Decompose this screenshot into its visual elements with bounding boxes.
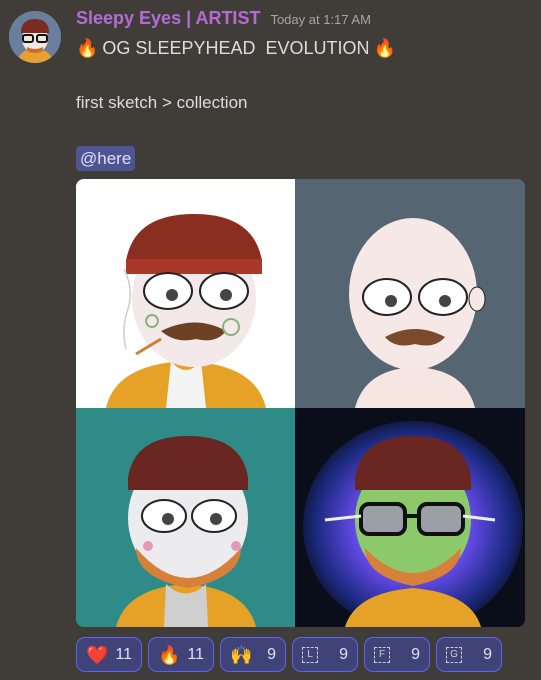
fire-icon: 🔥 xyxy=(373,38,396,58)
letter-l-icon: L xyxy=(302,646,318,663)
message-title: 🔥 OG SLEEPYHEAD EVOLUTION 🔥 xyxy=(76,38,396,59)
reaction-bar: ❤️ 11 🔥 11 🙌 9 L 9 F 9 G 9 xyxy=(76,637,502,672)
reaction-count: 11 xyxy=(115,645,132,663)
image-bald-version[interactable] xyxy=(295,179,525,408)
fire-icon: 🔥 xyxy=(158,644,181,665)
fire-icon: 🔥 xyxy=(76,38,99,58)
message-timestamp: Today at 1:17 AM xyxy=(270,12,371,27)
reaction-count: 11 xyxy=(187,645,204,663)
reaction-letter-l[interactable]: L 9 xyxy=(292,637,358,672)
image-gallery xyxy=(76,179,525,627)
author-name[interactable]: Sleepy Eyes | ARTIST xyxy=(76,8,260,29)
image-cosmic-version[interactable] xyxy=(295,408,525,627)
message-header: Sleepy Eyes | ARTIST Today at 1:17 AM xyxy=(76,8,371,30)
image-teal-version[interactable] xyxy=(76,408,295,627)
reaction-letter-f[interactable]: F 9 xyxy=(364,637,430,672)
heart-icon: ❤️ xyxy=(86,644,109,665)
reaction-raised-hands[interactable]: 🙌 9 xyxy=(220,637,286,672)
title-text: OG SLEEPYHEAD EVOLUTION xyxy=(102,38,370,58)
message-subtitle: first sketch > collection xyxy=(76,93,248,112)
letter-g-icon: G xyxy=(446,646,462,663)
reaction-count: 9 xyxy=(267,645,276,663)
here-mention[interactable]: @here xyxy=(76,146,136,171)
reaction-heart[interactable]: ❤️ 11 xyxy=(76,637,142,672)
reaction-count: 9 xyxy=(483,645,492,663)
reaction-letter-g[interactable]: G 9 xyxy=(436,637,502,672)
image-first-sketch[interactable] xyxy=(76,179,295,408)
letter-f-icon: F xyxy=(374,646,390,663)
reaction-fire[interactable]: 🔥 11 xyxy=(148,637,214,672)
reaction-count: 9 xyxy=(411,645,420,663)
reaction-count: 9 xyxy=(339,645,348,663)
raised-hands-icon: 🙌 xyxy=(230,644,253,665)
author-avatar[interactable] xyxy=(9,11,61,63)
